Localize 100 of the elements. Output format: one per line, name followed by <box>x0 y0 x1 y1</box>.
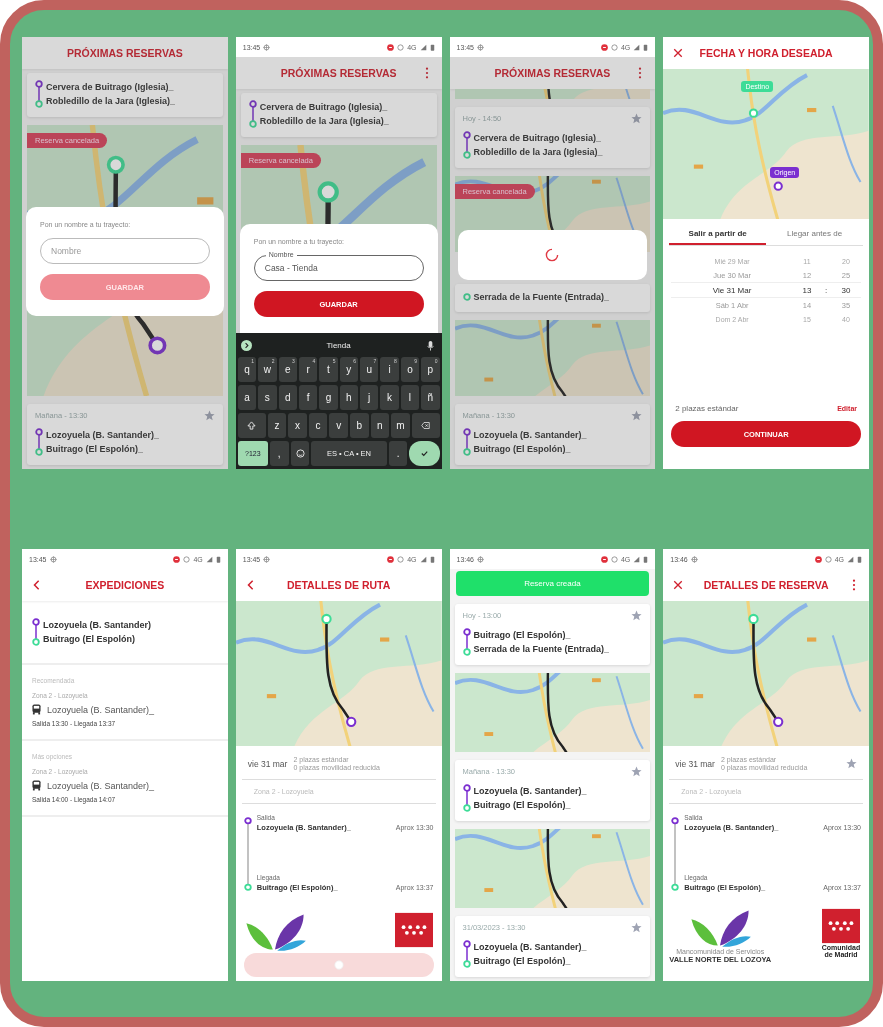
keyboard-key[interactable]: d <box>278 385 297 410</box>
destination-stop: Serrada de la Fuente (Entrada)_ <box>473 292 610 302</box>
signal-icon <box>419 555 427 563</box>
alarm-icon <box>183 555 191 563</box>
notification-badge <box>387 43 395 51</box>
trip-date: vie 31 mar <box>247 758 288 769</box>
signal-icon <box>205 555 213 563</box>
shift-key[interactable] <box>237 413 266 438</box>
location-icon <box>477 43 485 51</box>
battery-icon <box>643 555 649 563</box>
origin-stop: Lozoyuela (B. Santander) <box>43 620 151 630</box>
close-icon[interactable] <box>673 580 684 590</box>
mode-tab[interactable]: Salir a partir de <box>669 223 767 245</box>
star-icon[interactable] <box>631 410 643 421</box>
close-icon[interactable] <box>673 48 684 58</box>
screen-title: PRÓXIMAS RESERVAS <box>279 67 398 79</box>
screen-title: DETALLES DE RESERVA <box>702 579 830 591</box>
trip-card[interactable]: Cervera de Buitrago (Iglesia)_ Robledillo de la Jara (Iglesia)_ <box>240 93 437 137</box>
notification-badge <box>387 555 395 563</box>
route-icon <box>462 130 471 160</box>
keyboard-key[interactable]: k <box>380 385 399 410</box>
route-icon <box>462 783 471 813</box>
route-icon <box>462 427 471 457</box>
madrid-flag-logo <box>822 908 860 944</box>
signal-icon <box>633 43 641 51</box>
location-icon <box>477 555 485 563</box>
trip-card[interactable]: Serrada de la Fuente (Entrada)_ <box>454 284 651 312</box>
keyboard-key[interactable]: n <box>370 413 390 438</box>
star-icon[interactable] <box>631 922 643 933</box>
origin-stop: Cervera de Buitrago (Iglesia)_ <box>259 102 389 112</box>
destination-stop: Robledillo de la Jara (Iglesia)_ <box>259 116 389 126</box>
mode-tab[interactable]: Llegar antes de <box>766 223 863 245</box>
alarm-icon <box>824 555 832 563</box>
alarm-icon <box>610 43 618 51</box>
backspace-icon <box>421 421 431 430</box>
origin-stop: Cervera de Buitrago (Iglesia)_ <box>473 133 603 143</box>
keyboard-key[interactable]: . <box>388 441 408 466</box>
destination-stop: Buitrago (El Espolón)_ <box>473 444 572 454</box>
keyboard-key[interactable]: g <box>319 385 338 410</box>
route-icon <box>462 627 471 657</box>
loading-spinner-icon <box>545 248 560 262</box>
keyboard-key[interactable]: m <box>391 413 410 438</box>
screen-title: PRÓXIMAS RESERVAS <box>493 67 612 79</box>
enter-key[interactable] <box>409 441 440 466</box>
screen-title: FECHA Y HORA DESEADA <box>698 47 834 59</box>
notification-badge <box>814 555 822 563</box>
keyboard-key[interactable]: j <box>360 385 379 410</box>
location-icon <box>263 555 271 563</box>
origin-stop: Cervera de Buitrago (Iglesia)_ <box>46 82 175 92</box>
menu-icon[interactable] <box>852 579 856 591</box>
destination-stop: Robledillo de la Jara (Iglesia)_ <box>46 96 176 106</box>
shift-icon <box>247 421 257 430</box>
microphone-icon[interactable] <box>425 339 437 351</box>
keyboard-key[interactable]: v <box>329 413 348 438</box>
keyboard-key[interactable]: b <box>349 413 369 438</box>
origin-stop: Buitrago (El Espolón)_ <box>473 630 572 640</box>
destination-stop: Buitrago (El Espolón)_ <box>46 444 144 454</box>
word-suggestion[interactable]: Tienda <box>326 340 351 350</box>
keyboard-key[interactable]: ñ <box>421 385 440 410</box>
signal-icon <box>847 555 854 563</box>
star-icon[interactable] <box>631 766 643 777</box>
signal-icon <box>419 43 427 51</box>
screen-title: DETALLES DE RUTA <box>285 579 392 591</box>
alarm-icon <box>610 555 618 563</box>
keyboard-key[interactable]: l <box>400 385 420 410</box>
alarm-icon <box>397 43 405 51</box>
location-icon <box>49 555 57 563</box>
picker-row[interactable]: Vie 31 Mar 13 : 30 <box>671 282 861 298</box>
star-icon[interactable] <box>631 610 643 621</box>
backspace-key[interactable] <box>411 413 440 438</box>
smiley-icon <box>295 449 305 458</box>
trip-card[interactable]: Cervera de Buitrago (Iglesia)_ Robledillo de la Jara (Iglesia)_ <box>27 73 223 117</box>
keyboard-key[interactable]: , <box>269 441 289 466</box>
name-field[interactable]: Nombre <box>40 238 210 264</box>
screen-title: PRÓXIMAS RESERVAS <box>66 47 184 59</box>
back-icon[interactable] <box>32 580 42 590</box>
battery-icon <box>429 43 435 51</box>
timeline-icon <box>671 816 680 892</box>
star-icon[interactable] <box>631 113 643 124</box>
back-icon[interactable] <box>245 580 256 590</box>
star-icon[interactable] <box>203 410 215 421</box>
keyboard-key[interactable]: z <box>267 413 287 438</box>
menu-icon[interactable] <box>424 67 429 79</box>
battery-icon <box>857 555 862 563</box>
keyboard-key[interactable]: s <box>258 385 277 410</box>
origin-stop: Lozoyuela (B. Santander)_ <box>473 942 587 952</box>
star-icon[interactable] <box>846 758 857 769</box>
menu-icon[interactable] <box>638 67 643 79</box>
destination-stop: Buitrago (El Espolón) <box>43 634 136 644</box>
battery-icon <box>429 555 435 563</box>
destination-stop: Buitrago (El Espolón)_ <box>473 800 572 810</box>
expand-icon[interactable] <box>240 339 252 351</box>
alarm-icon <box>397 555 405 563</box>
keyboard-key[interactable]: f <box>298 385 318 410</box>
bus-icon <box>32 780 41 791</box>
keyboard-key[interactable]: a <box>237 385 257 410</box>
keyboard-key[interactable]: h <box>339 385 358 410</box>
emoji-key[interactable] <box>290 441 310 466</box>
keyboard-key[interactable]: x <box>288 413 307 438</box>
keyboard-key[interactable]: c <box>308 413 328 438</box>
